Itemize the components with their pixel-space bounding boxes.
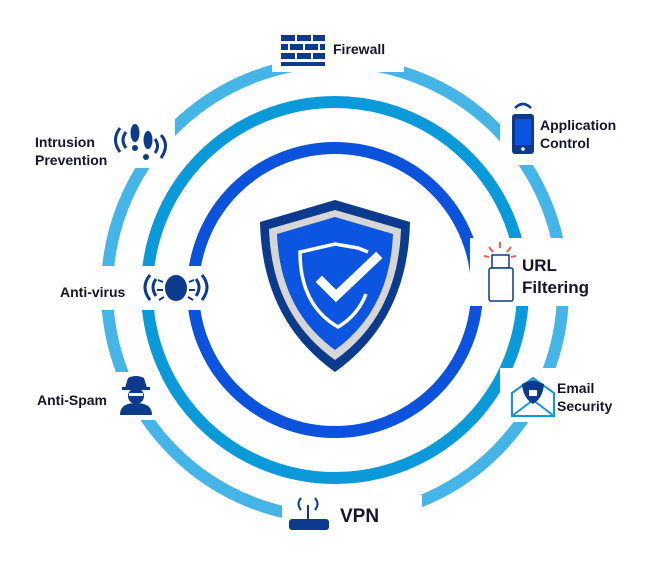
feature-label-url-filtering: URL Filtering	[520, 255, 592, 299]
feature-label-email-security: Email Security	[555, 379, 615, 415]
feature-label-intrusion-prevention: Intrusion Prevention	[33, 133, 110, 169]
feature-label-application-control: Application Control	[538, 116, 619, 152]
feature-label-vpn: VPN	[338, 506, 382, 527]
label-line: Filtering	[522, 278, 590, 297]
feature-label-anti-virus: Anti-virus	[58, 283, 128, 301]
label-line: Control	[540, 135, 590, 151]
label-line: Application	[540, 117, 617, 133]
label-line: Security	[557, 398, 613, 414]
label-line: Intrusion	[35, 134, 95, 150]
label-line: URL	[522, 256, 557, 275]
shield-check-icon	[260, 200, 410, 372]
label-line: Prevention	[35, 152, 108, 168]
feature-label-firewall: Firewall	[331, 40, 388, 58]
label-line: Email	[557, 380, 595, 396]
feature-label-anti-spam: Anti-Spam	[35, 391, 109, 409]
